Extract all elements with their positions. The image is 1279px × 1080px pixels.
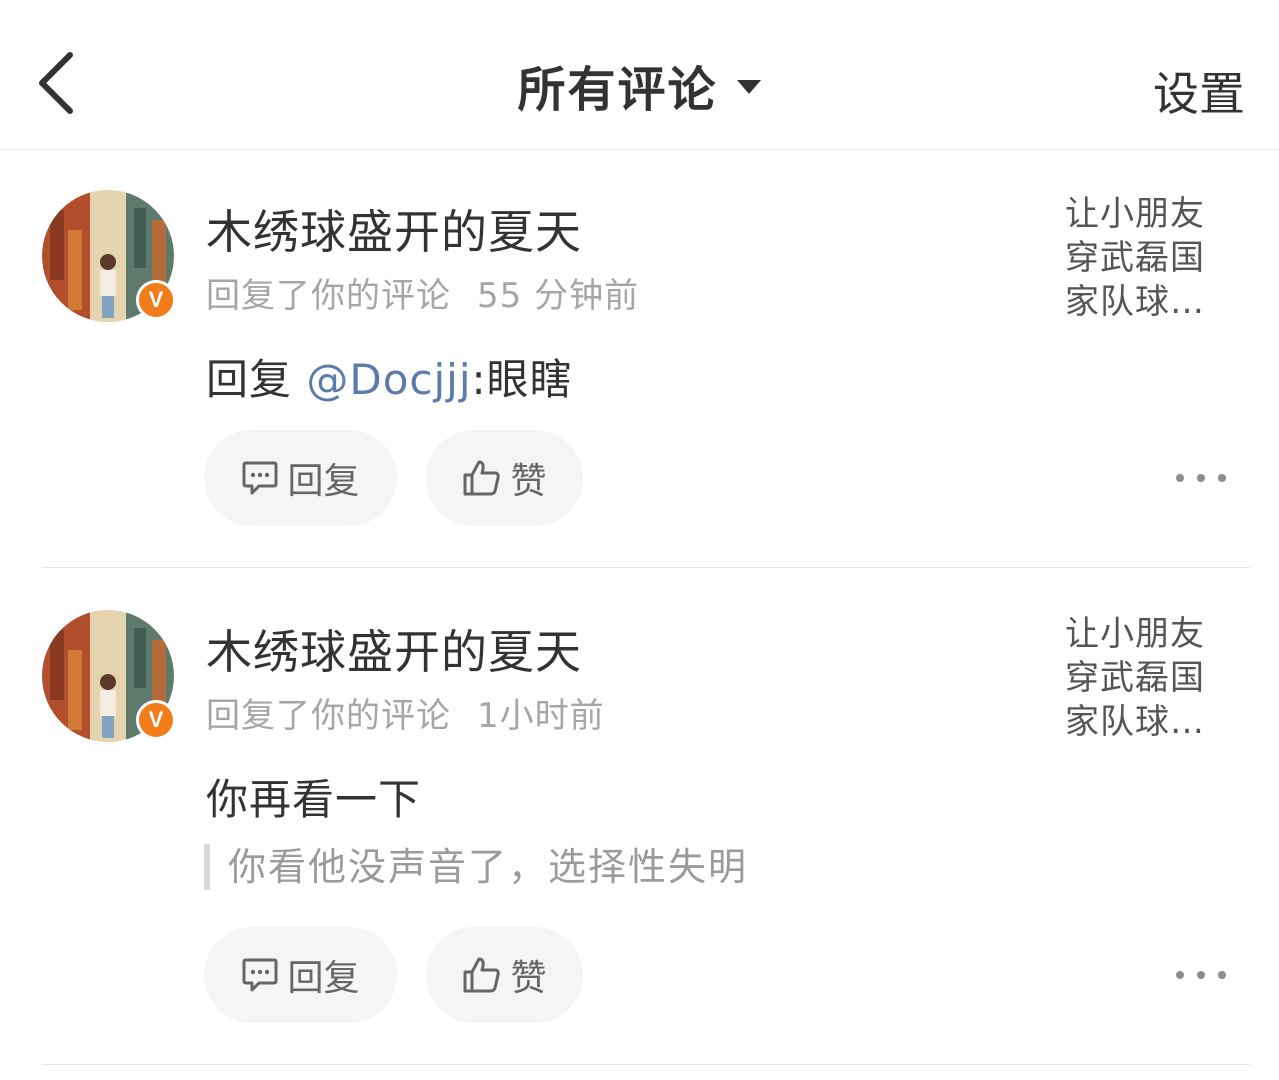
like-label: 赞 <box>510 461 547 502</box>
divider <box>42 567 1250 568</box>
more-dot <box>1197 474 1205 482</box>
original-post-preview[interactable]: 让小朋友穿武磊国家队球… <box>1065 612 1225 744</box>
reply-label: 回复 <box>287 461 360 502</box>
original-post-preview[interactable]: 让小朋友穿武磊国家队球… <box>1065 192 1225 324</box>
more-dot <box>1218 971 1226 979</box>
username[interactable]: 木绣球盛开的夏天 <box>206 196 582 262</box>
more-dots-icon <box>1176 474 1184 482</box>
like-button[interactable]: 赞 <box>426 927 583 1023</box>
thumbs-up-icon <box>463 957 501 993</box>
page-title: 所有评论 <box>517 62 718 118</box>
like-label: 赞 <box>510 958 547 999</box>
divider <box>42 1064 1250 1065</box>
reply-label: 回复 <box>287 958 360 999</box>
timestamp: 1小时前 <box>477 696 605 736</box>
comment-meta: 回复了你的评论 55 分钟前 <box>206 268 639 317</box>
reply-button[interactable]: 回复 <box>204 927 397 1023</box>
timestamp: 55 分钟前 <box>477 276 640 316</box>
action-text: 回复了你的评论 <box>206 276 451 316</box>
more-options-button[interactable] <box>1176 458 1226 498</box>
comment-meta: 回复了你的评论 1小时前 <box>206 688 605 737</box>
reply-button[interactable]: 回复 <box>204 430 397 526</box>
mention-link[interactable]: @Docjjj <box>306 355 471 404</box>
action-text: 回复了你的评论 <box>206 696 451 736</box>
reply-prefix: 回复 <box>206 355 307 404</box>
more-dot <box>1197 971 1205 979</box>
verified-badge-icon: V <box>136 280 176 320</box>
comments-page: 所有评论 设置 V 木绣球盛开的夏天 回复了你的评论 55 分钟前 让小朋友穿武… <box>0 0 1279 1080</box>
quoted-comment[interactable]: 你看他没声音了，选择性失明 <box>204 844 748 890</box>
more-options-button[interactable] <box>1176 955 1226 995</box>
comment-text: 回复 @Docjjj:眼瞎 <box>206 346 573 407</box>
comment-bubble-icon <box>242 461 278 495</box>
title-dropdown[interactable]: 所有评论 <box>0 50 1279 120</box>
thumbs-up-icon <box>463 460 501 496</box>
comment-body: 你再看一下 <box>206 775 422 824</box>
avatar[interactable]: V <box>42 610 176 742</box>
top-nav-bar: 所有评论 设置 <box>0 0 1279 150</box>
username[interactable]: 木绣球盛开的夏天 <box>206 616 582 682</box>
more-dots-icon <box>1176 971 1184 979</box>
caret-down-icon <box>736 80 761 94</box>
settings-button[interactable]: 设置 <box>1153 58 1245 124</box>
comment-body: :眼瞎 <box>471 355 573 404</box>
avatar[interactable]: V <box>42 190 176 322</box>
comment-bubble-icon <box>242 958 278 992</box>
more-dot <box>1218 474 1226 482</box>
verified-badge-icon: V <box>136 700 176 740</box>
like-button[interactable]: 赞 <box>426 430 583 526</box>
